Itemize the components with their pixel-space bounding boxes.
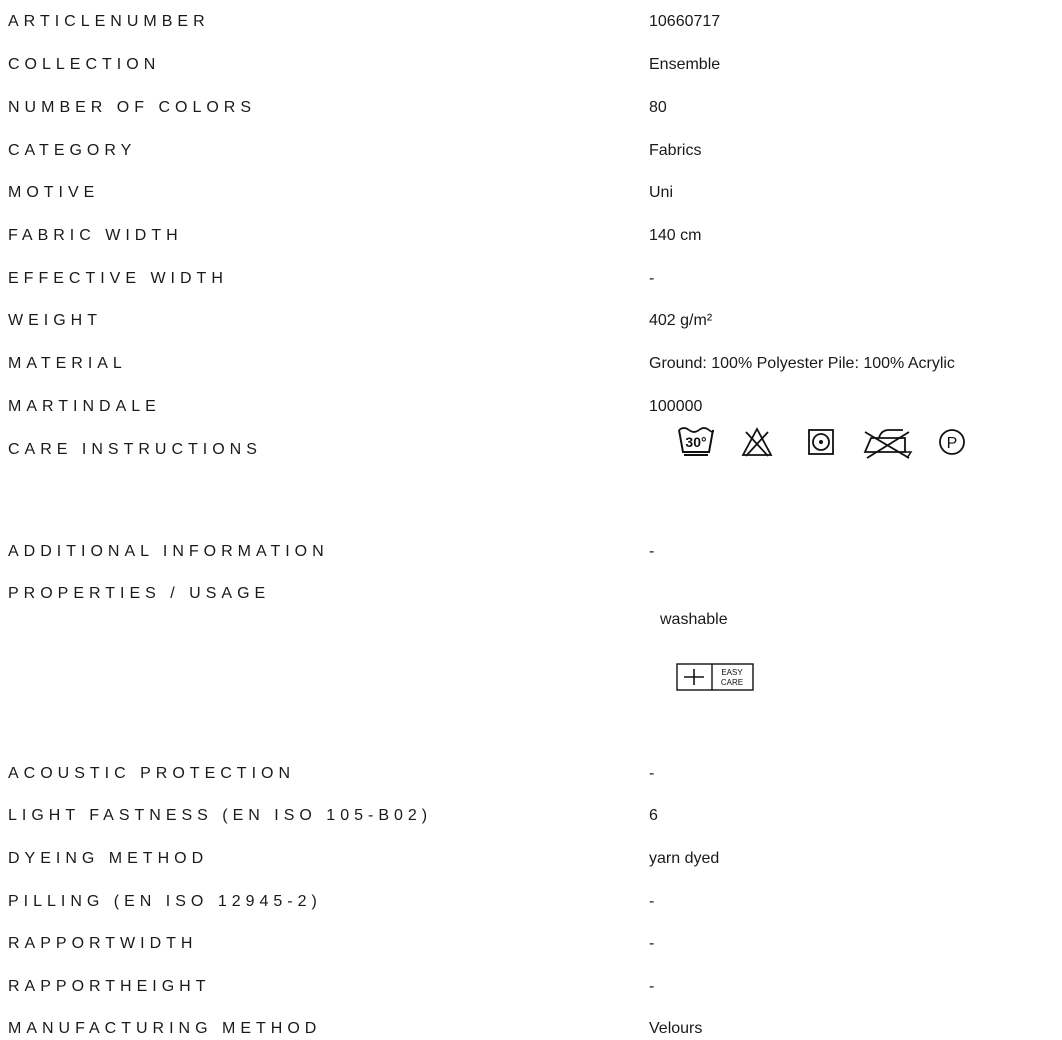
- spec-label: CATEGORY: [8, 142, 137, 159]
- spec-value: Ensemble: [649, 56, 721, 73]
- spec-value: yarn dyed: [649, 850, 720, 867]
- spec-value: Ground: 100% Polyester Pile: 100% Acryli…: [649, 355, 955, 372]
- spec-label: DYEING METHOD: [8, 850, 209, 867]
- spec-label: COLLECTION: [8, 56, 161, 73]
- spec-value: 140 cm: [649, 227, 702, 244]
- spec-label: LIGHT FASTNESS (EN ISO 105-B02): [8, 807, 433, 824]
- spec-label: ADDITIONAL INFORMATION: [8, 543, 329, 560]
- spec-label: NUMBER OF COLORS: [8, 99, 257, 116]
- usage-text: washable: [660, 611, 728, 628]
- spec-label: MOTIVE: [8, 184, 100, 201]
- professional-cleaning-letter: P: [947, 435, 958, 452]
- spec-value: -: [649, 543, 655, 560]
- easy-care-line2: CARE: [721, 678, 743, 687]
- spec-label: MARTINDALE: [8, 398, 161, 415]
- spec-value: -: [649, 978, 655, 995]
- spec-label: RAPPORTHEIGHT: [8, 978, 211, 995]
- do-not-bleach-icon: [741, 427, 773, 457]
- spec-value: -: [649, 765, 655, 782]
- spec-label: CARE INSTRUCTIONS: [8, 441, 262, 458]
- easy-care-badge: EASY CARE: [676, 663, 754, 691]
- spec-label: WEIGHT: [8, 312, 102, 329]
- spec-value: -: [649, 893, 655, 910]
- do-not-iron-icon: [863, 429, 913, 459]
- care-instructions-icons: 30° P: [649, 422, 1062, 462]
- spec-label: FABRIC WIDTH: [8, 227, 183, 244]
- properties-usage-block: washable EASY CARE: [660, 610, 754, 691]
- spec-label: ARTICLENUMBER: [8, 13, 210, 30]
- plus-icon: [684, 669, 704, 685]
- spec-value: 10660717: [649, 13, 721, 30]
- spec-value: -: [649, 935, 655, 952]
- spec-label: RAPPORTWIDTH: [8, 935, 198, 952]
- spec-label: MANUFACTURING METHOD: [8, 1020, 322, 1037]
- spec-label: PILLING (EN ISO 12945-2): [8, 893, 322, 910]
- easy-care-line1: EASY: [721, 668, 743, 677]
- spec-value: Fabrics: [649, 142, 702, 159]
- spec-value: 402 g/m²: [649, 312, 713, 329]
- spec-label: ACOUSTIC PROTECTION: [8, 765, 296, 782]
- spec-label: EFFECTIVE WIDTH: [8, 270, 228, 287]
- wash-30-icon: 30°: [678, 427, 714, 456]
- spec-value: 80: [649, 99, 667, 116]
- tumble-dry-icon: [808, 429, 834, 455]
- spec-value: 6: [649, 807, 658, 824]
- spec-value: Velours: [649, 1020, 703, 1037]
- professional-cleaning-p-icon: P: [939, 429, 965, 455]
- spec-label: MATERIAL: [8, 355, 127, 372]
- spec-value: -: [649, 270, 655, 287]
- spec-value: 100000: [649, 398, 703, 415]
- spec-label: PROPERTIES / USAGE: [8, 585, 271, 602]
- spec-value: Uni: [649, 184, 674, 201]
- wash-temp-label: 30°: [685, 434, 706, 450]
